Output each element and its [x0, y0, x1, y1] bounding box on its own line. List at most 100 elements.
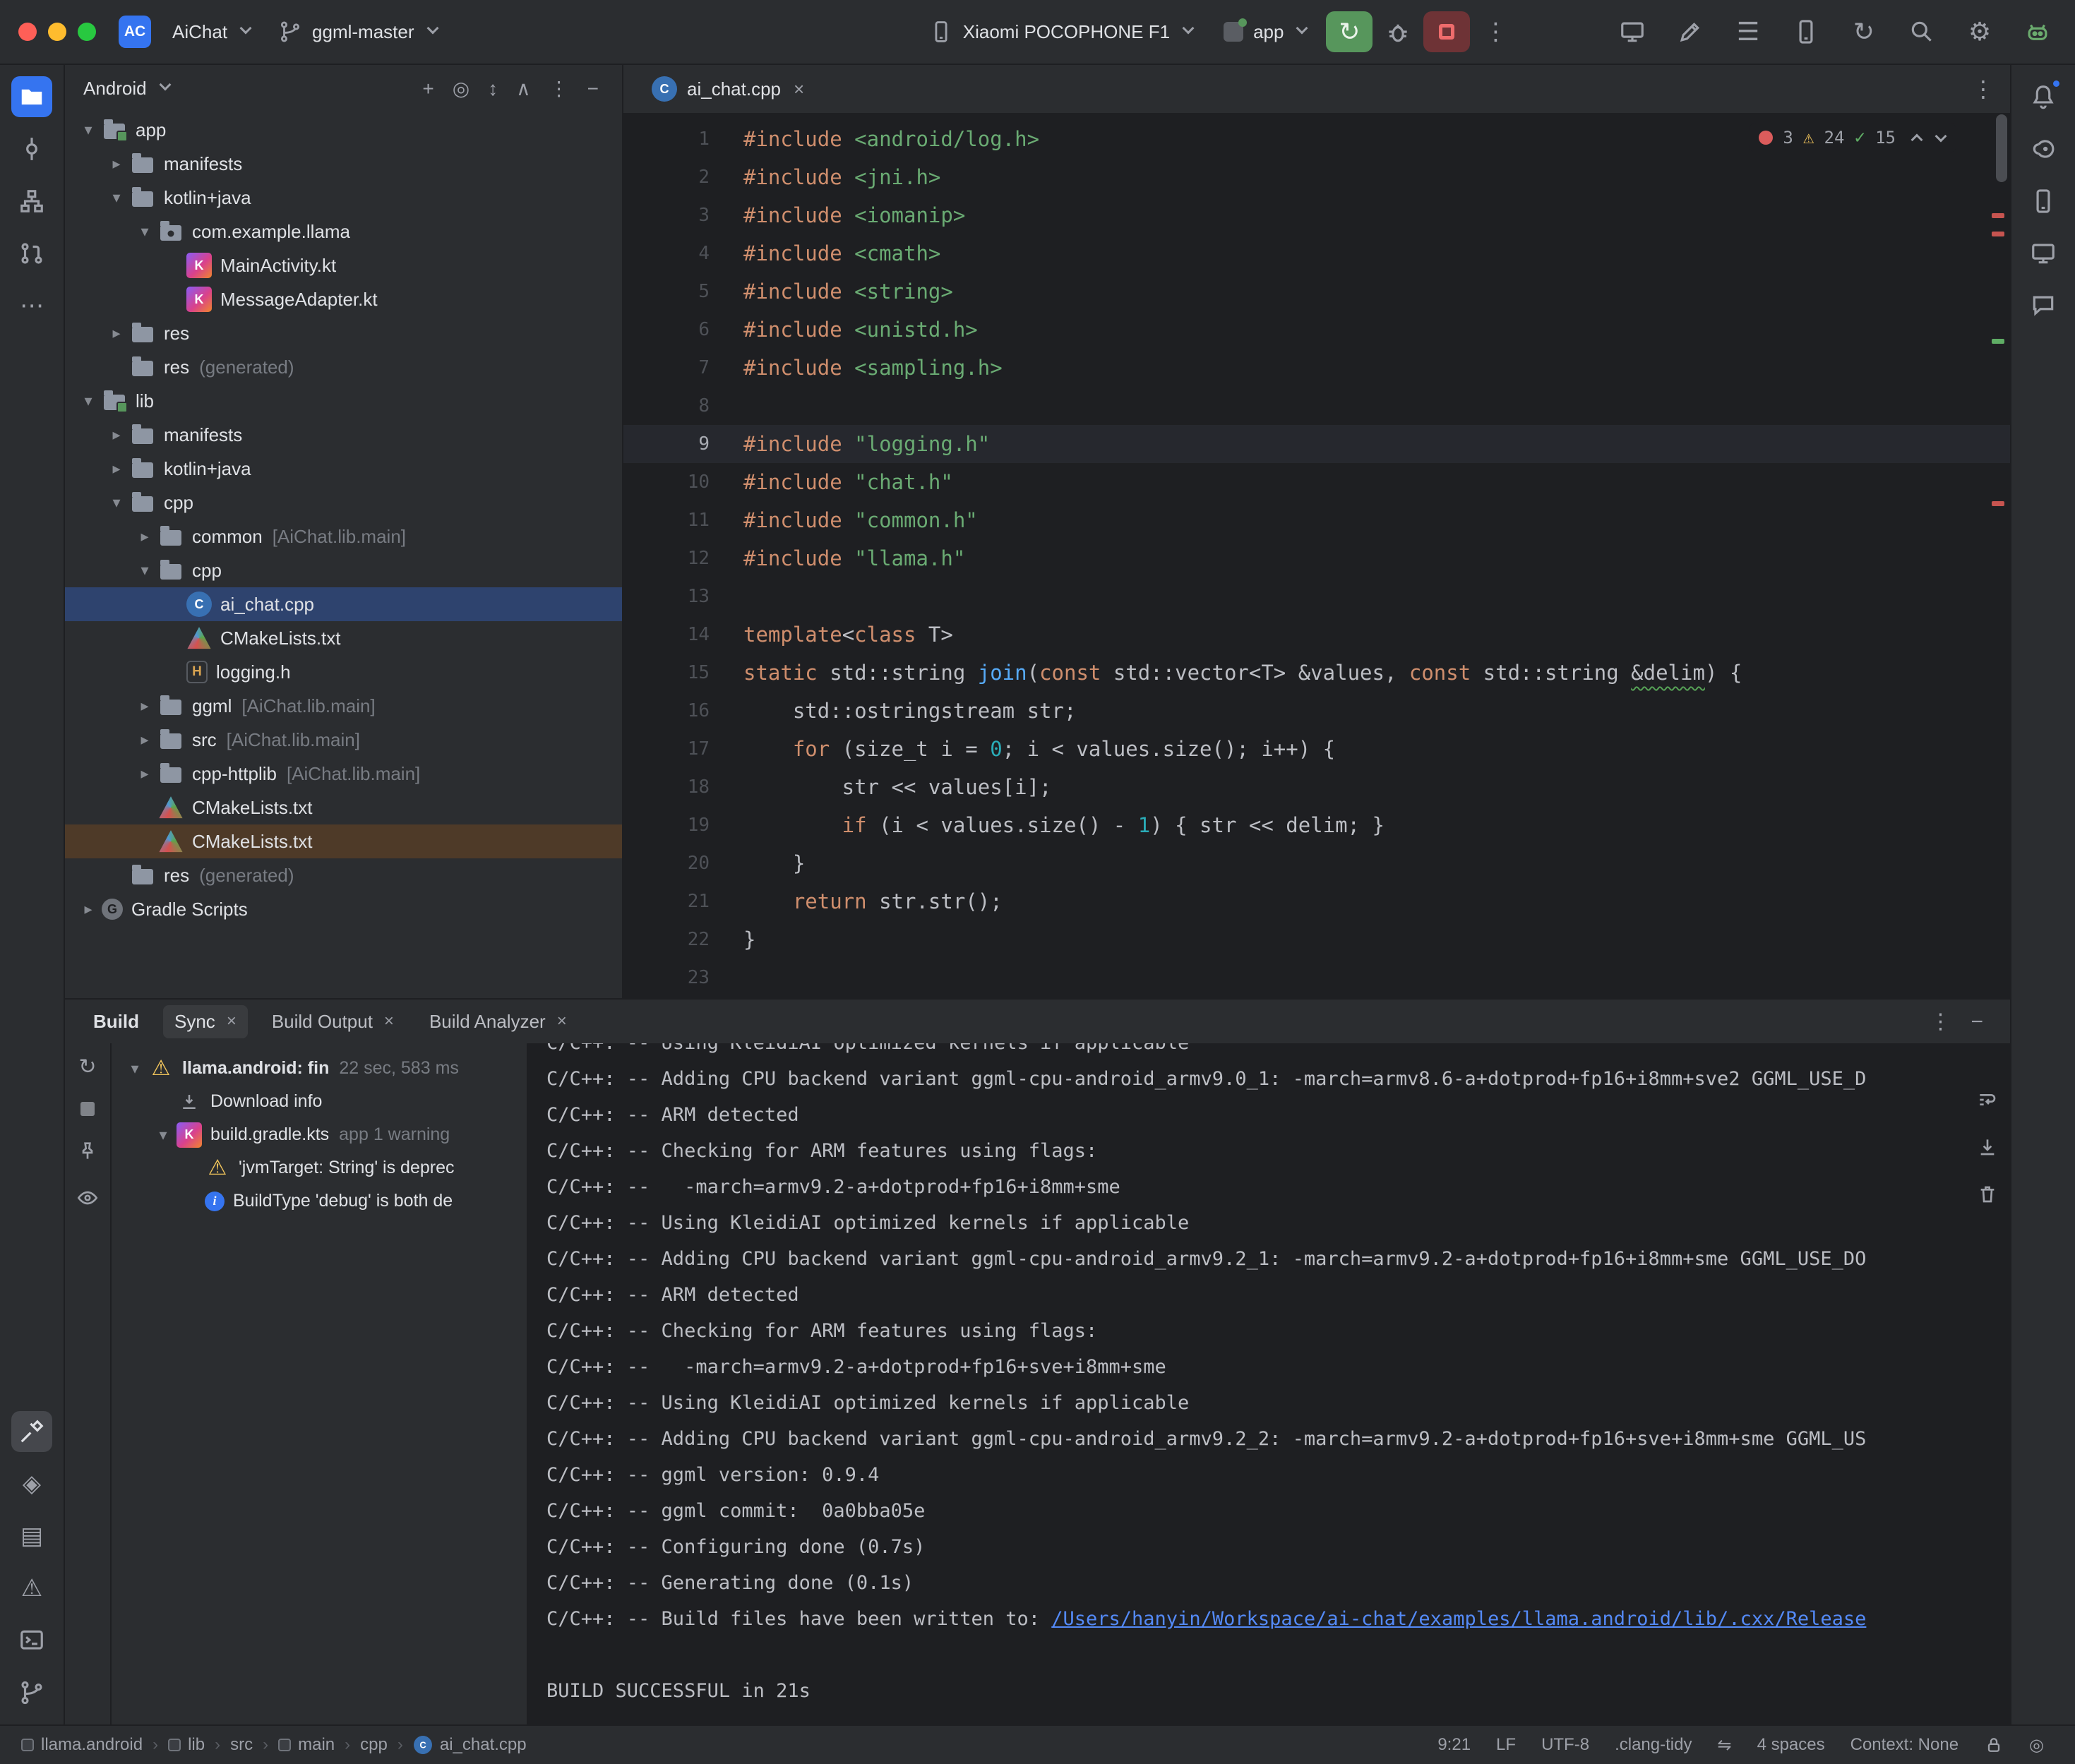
tree-item[interactable]: ▸kotlin+java [65, 452, 622, 486]
tree-item[interactable]: ▾cpp [65, 553, 622, 587]
tree-chevron-icon[interactable]: ▸ [131, 527, 158, 546]
tree-chevron-icon[interactable]: ▾ [75, 121, 102, 139]
tree-chevron-icon[interactable]: ▾ [131, 222, 158, 241]
code-line[interactable]: 9#include "logging.h" [623, 425, 2010, 463]
device-streaming-icon[interactable] [1787, 13, 1825, 51]
more-run-options-icon[interactable]: ⋮ [1477, 13, 1514, 50]
tree-item[interactable]: ▾⚠llama.android: fin22 sec, 583 ms [112, 1052, 527, 1085]
soft-wrap-icon[interactable] [1976, 1088, 1999, 1116]
project-icon[interactable] [11, 76, 52, 117]
tree-item[interactable]: Download info [112, 1085, 527, 1118]
tree-chevron-icon[interactable]: ▸ [131, 697, 158, 715]
options-icon[interactable]: ⋮ [540, 78, 578, 100]
clang-tidy[interactable]: .clang-tidy [1602, 1735, 1704, 1755]
tree-item[interactable]: ▸src[AiChat.lib.main] [65, 723, 622, 757]
code-line[interactable]: 22} [623, 920, 2010, 959]
tree-chevron-icon[interactable]: ▸ [75, 900, 102, 918]
tree-chevron-icon[interactable]: ▾ [75, 392, 102, 410]
problems-icon[interactable]: ⚠ [11, 1568, 52, 1609]
breadcrumb-item[interactable]: cpp [357, 1735, 390, 1755]
gemini-bot-icon[interactable] [2019, 13, 2057, 51]
tree-chevron-icon[interactable]: ▾ [131, 561, 158, 580]
tree-item[interactable]: ▾Kbuild.gradle.ktsapp 1 warning [112, 1118, 527, 1151]
hide-build-panel-icon[interactable]: − [1961, 1010, 1993, 1033]
ai-actions-icon[interactable] [1671, 13, 1709, 51]
settings-icon[interactable]: ⚙ [1961, 13, 1999, 51]
notifications-status-icon[interactable]: ◎ [2016, 1735, 2057, 1756]
structure-icon[interactable] [11, 181, 52, 222]
close-tab-icon[interactable]: × [384, 1012, 394, 1031]
tree-item[interactable]: ▾kotlin+java [65, 181, 622, 215]
tree-chevron-icon[interactable]: ▾ [121, 1060, 148, 1078]
project-view-selector[interactable]: Android [83, 78, 171, 100]
clear-console-icon[interactable] [1976, 1183, 1999, 1211]
error-stripe-mark[interactable] [1992, 232, 2004, 236]
notifications-icon[interactable] [2023, 76, 2064, 117]
tree-item[interactable]: ▸manifests [65, 147, 622, 181]
code-line[interactable]: 2#include <jni.h> [623, 158, 2010, 196]
build-tab-build[interactable]: Build [82, 1005, 150, 1038]
code-line[interactable]: 7#include <sampling.h> [623, 349, 2010, 387]
sync-project-icon[interactable]: ↻ [1845, 13, 1883, 51]
indent-style[interactable]: 4 spaces [1745, 1735, 1838, 1755]
tree-item[interactable]: CMakeLists.txt [65, 621, 622, 655]
close-tab-icon[interactable]: × [227, 1012, 237, 1031]
commit-icon[interactable] [11, 128, 52, 169]
tab-options-icon[interactable]: ⋮ [1972, 76, 2010, 102]
run-button[interactable]: ↻ [1326, 11, 1373, 52]
device-selector[interactable]: Xiaomi POCOPHONE F1 [918, 13, 1205, 51]
code-line[interactable]: 15static std::string join(const std::vec… [623, 654, 2010, 692]
code-line[interactable]: 17 for (size_t i = 0; i < values.size();… [623, 730, 2010, 768]
tree-item[interactable]: KMainActivity.kt [65, 248, 622, 282]
file-encoding[interactable]: UTF-8 [1529, 1735, 1602, 1755]
previous-issue-icon[interactable] [1911, 134, 1923, 146]
screen-share-icon[interactable] [1613, 13, 1651, 51]
close-tab-icon[interactable]: × [557, 1012, 567, 1031]
packages-icon[interactable]: ◈ [11, 1463, 52, 1504]
zoom-window-button[interactable] [78, 23, 96, 41]
editor-tab[interactable]: C ai_chat.cpp × [636, 65, 820, 113]
debug-button[interactable] [1380, 13, 1416, 50]
close-window-button[interactable] [18, 23, 37, 41]
code-line[interactable]: 18 str << values[i]; [623, 768, 2010, 806]
expand-all-icon[interactable]: ↕ [479, 78, 507, 100]
add-icon[interactable]: + [413, 78, 443, 100]
device-manager-icon[interactable] [2023, 181, 2064, 222]
scroll-to-end-icon[interactable] [1976, 1136, 1999, 1163]
code-line[interactable]: 12#include "llama.h" [623, 539, 2010, 577]
breadcrumb-item[interactable]: main [275, 1735, 337, 1755]
pull-requests-icon[interactable] [11, 233, 52, 274]
pin-icon[interactable] [76, 1140, 99, 1168]
caret-position[interactable]: 9:21 [1425, 1735, 1483, 1755]
tree-item[interactable]: ▸manifests [65, 418, 622, 452]
code-line[interactable]: 5#include <string> [623, 272, 2010, 311]
build-variants-icon[interactable]: ☰ [1729, 13, 1767, 51]
code-line[interactable]: 20 } [623, 844, 2010, 882]
hide-panel-icon[interactable]: − [578, 78, 608, 100]
code-line[interactable]: 14template<class T> [623, 616, 2010, 654]
search-everywhere-icon[interactable] [1903, 13, 1941, 51]
error-stripe-mark[interactable] [1992, 501, 2004, 506]
close-tab-icon[interactable]: × [794, 78, 804, 100]
rerun-sync-icon[interactable]: ↻ [78, 1055, 96, 1079]
tree-chevron-icon[interactable]: ▸ [103, 324, 130, 342]
tree-chevron-icon[interactable]: ▾ [150, 1126, 177, 1144]
collapse-all-icon[interactable]: ∧ [507, 78, 540, 100]
tree-chevron-icon[interactable]: ▸ [103, 155, 130, 173]
code-line[interactable]: 4#include <cmath> [623, 234, 2010, 272]
tree-item[interactable]: res(generated) [65, 858, 622, 892]
breadcrumb-item[interactable]: llama.android [18, 1735, 145, 1755]
tree-chevron-icon[interactable]: ▾ [103, 493, 130, 512]
profiler-icon[interactable]: ▤ [11, 1516, 52, 1556]
app-quality-insights-icon[interactable] [2023, 285, 2064, 326]
build-console[interactable]: C/C++: -- Using KleidiAI optimized kerne… [528, 1043, 2010, 1724]
tree-item[interactable]: CMakeLists.txt [65, 791, 622, 824]
tree-chevron-icon[interactable]: ▾ [103, 188, 130, 207]
minimize-window-button[interactable] [48, 23, 66, 41]
tree-item[interactable]: Cai_chat.cpp [65, 587, 622, 621]
tree-item[interactable]: ▾lib [65, 384, 622, 418]
code-line[interactable]: 8 [623, 387, 2010, 425]
build-tab-sync[interactable]: Sync× [163, 1005, 248, 1038]
running-devices-icon[interactable] [2023, 233, 2064, 274]
build-options-icon[interactable]: ⋮ [1920, 1010, 1961, 1033]
